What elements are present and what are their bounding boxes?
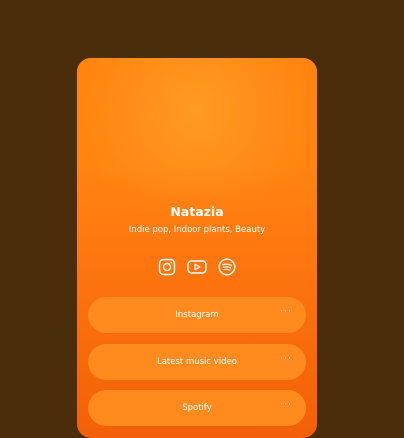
more-options-icon[interactable]: ··· bbox=[280, 307, 292, 317]
link-button-instagram[interactable]: Instagram ··· bbox=[88, 297, 306, 333]
spotify-icon[interactable] bbox=[217, 257, 237, 277]
profile-name: Natazia bbox=[170, 204, 224, 219]
social-icons bbox=[77, 257, 317, 277]
link-label: Spotify bbox=[182, 403, 212, 413]
link-label: Instagram bbox=[175, 310, 219, 320]
link-button-latest-music-video[interactable]: Latest music video ··· bbox=[88, 344, 306, 380]
instagram-icon[interactable] bbox=[157, 257, 177, 277]
link-button-spotify[interactable]: Spotify ··· bbox=[88, 390, 306, 426]
more-options-icon[interactable]: ··· bbox=[280, 400, 292, 410]
link-label: Latest music video bbox=[156, 357, 238, 367]
youtube-icon[interactable] bbox=[187, 257, 207, 277]
profile-card: Natazia Indie pop, Indoor plants, Beauty bbox=[77, 58, 317, 438]
more-options-icon[interactable]: ··· bbox=[280, 354, 292, 364]
profile-tagline: Indie pop, Indoor plants, Beauty bbox=[128, 225, 266, 235]
